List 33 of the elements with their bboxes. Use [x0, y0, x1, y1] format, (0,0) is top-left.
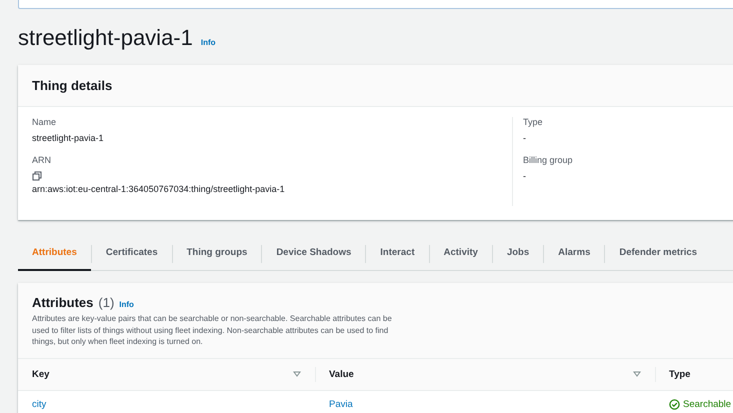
info-link[interactable]: Info [200, 38, 216, 47]
status-text: Searchable [683, 398, 732, 410]
field-label: Name [32, 117, 58, 127]
tab[interactable]: Interact [366, 237, 429, 271]
field-label: Billing group [523, 155, 574, 165]
item-count: (1) [98, 295, 114, 310]
section-description: Attributes are key-value pairs that can be searchable or non-searchable. Searchable attributes can be used to filter lists of things without using fleet indexing. Non-searchable attributes can be used to find things, but only when fleet indexing is turned on. [32, 313, 392, 348]
field-label: Type [523, 117, 544, 127]
tab[interactable]: Alarms [544, 237, 604, 271]
column-header[interactable]: Value [315, 358, 655, 391]
tab[interactable]: Thing groups [172, 237, 262, 271]
check-circle-icon [669, 398, 680, 410]
field-value: arn:aws:iot:eu-central-1:364050767034:thing/streetlight-pavia-1 [32, 184, 286, 194]
column-header[interactable]: Key [18, 358, 315, 391]
tab[interactable]: Certificates [92, 237, 172, 271]
sort-icon[interactable] [293, 371, 301, 378]
tab[interactable]: Device Shadows [262, 237, 366, 271]
tab[interactable]: Jobs [492, 237, 544, 271]
sort-icon[interactable] [633, 371, 641, 378]
field-label: ARN [32, 155, 52, 165]
column-header[interactable]: Type [655, 358, 733, 391]
card-title: Thing details [32, 78, 114, 93]
value-link[interactable]: Pavia [329, 398, 353, 410]
copy-icon[interactable] [32, 171, 42, 181]
field-value: - [523, 133, 527, 143]
page-title: streetlight-pavia-1 [18, 25, 193, 51]
info-link[interactable]: Info [119, 300, 134, 309]
key-link[interactable]: city [32, 398, 46, 410]
field-value: - [523, 171, 527, 181]
tab[interactable]: Defender metrics [605, 237, 711, 271]
tab[interactable]: Activity [430, 237, 492, 271]
field-value: streetlight-pavia-1 [32, 133, 105, 143]
section-title: Attributes [32, 295, 94, 310]
